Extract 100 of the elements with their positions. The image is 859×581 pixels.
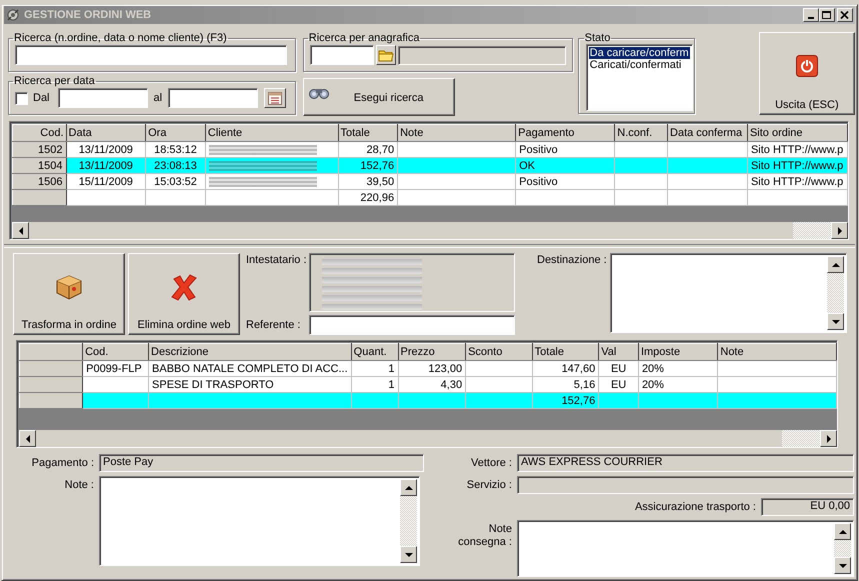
payment-field: Poste Pay [99, 454, 424, 472]
registry-code-field[interactable] [310, 45, 374, 65]
group-label: Ricerca (n.ordine, data o nome cliente) (F3) [13, 32, 228, 44]
table-cell: 15/11/2009 [66, 174, 146, 190]
column-header[interactable]: Data conferma [668, 124, 748, 142]
table-row[interactable]: 152,76 [20, 392, 836, 408]
contact-field[interactable] [309, 315, 515, 335]
column-header[interactable]: Cliente [205, 124, 338, 142]
left-arrow-icon [18, 226, 22, 234]
app-icon [6, 8, 20, 22]
column-header[interactable]: Cod. [12, 124, 66, 142]
table-cell: P0099-FLP [82, 360, 149, 376]
table-row[interactable]: P0099-FLP BABBO NATALE COMPLETO DI ACC... 1 123,00 147,60 EU 20% [20, 360, 836, 376]
table-cell: 152,76 [338, 158, 398, 174]
table-cell: Sito HTTP://www.p [747, 158, 848, 174]
contact-label: Referente : [246, 319, 302, 331]
table-cell: 13/11/2009 [66, 158, 146, 174]
table-cell: 39,50 [338, 174, 398, 190]
to-label: al [152, 92, 164, 104]
close-button[interactable] [837, 8, 853, 22]
column-header[interactable]: Quant. [351, 344, 398, 360]
table-cell: 23:08:13 [146, 158, 206, 174]
table-cell: 15:03:52 [146, 174, 206, 190]
column-header[interactable]: Totale [338, 124, 398, 142]
search-field[interactable] [15, 45, 287, 65]
column-header[interactable]: Sconto [466, 344, 532, 360]
group-label: Ricerca per anagrafica [308, 32, 420, 44]
minimize-icon [808, 17, 814, 19]
column-header[interactable]: N.conf. [614, 124, 668, 142]
column-header[interactable]: Cod. [82, 344, 149, 360]
column-header[interactable]: Pagamento [516, 124, 615, 142]
table-cell: 20% [638, 360, 718, 376]
window-title: GESTIONE ORDINI WEB [24, 9, 152, 21]
exit-button[interactable]: Uscita (ESC) [758, 32, 855, 115]
group-label: Ricerca per data [13, 75, 96, 87]
table-cell: 147,60 [532, 360, 599, 376]
right-arrow-icon [826, 434, 830, 442]
down-arrow-icon [832, 320, 840, 324]
table-cell: 152,76 [532, 392, 599, 408]
folder-button[interactable] [376, 45, 396, 65]
status-option[interactable]: Da caricare/conferm [588, 47, 690, 59]
column-header[interactable]: Val [598, 344, 638, 360]
scroll-thumb[interactable] [793, 222, 831, 239]
table-cell: EU [598, 360, 638, 376]
down-arrow-icon [838, 564, 846, 568]
table-cell: Sito HTTP://www.p [747, 174, 848, 190]
folder-icon [378, 48, 394, 62]
up-arrow-icon [832, 262, 840, 266]
table-row[interactable]: 220,96 [12, 190, 848, 206]
column-header[interactable]: Prezzo [398, 344, 466, 360]
table-cell: 123,00 [398, 360, 466, 376]
carrier-field: AWS EXPRESS COURRIER [517, 454, 854, 472]
column-header[interactable]: Imposte [638, 344, 718, 360]
to-date-field[interactable] [168, 88, 258, 108]
column-header[interactable]: Descrizione [148, 344, 352, 360]
destination-field[interactable] [610, 253, 847, 333]
notes-field[interactable] [99, 476, 420, 566]
left-arrow-icon [26, 434, 30, 442]
status-option[interactable]: Caricati/confermati [588, 59, 690, 71]
table-row[interactable]: 1504 13/11/2009 23:08:13 152,76 OK Sito HTTP://www.p [12, 158, 848, 174]
row-header-cell: 1504 [12, 158, 66, 174]
minimize-button[interactable] [803, 8, 819, 22]
table-cell: OK [516, 158, 615, 174]
column-header[interactable]: Data [66, 124, 146, 142]
from-date-field[interactable] [58, 88, 148, 108]
vertical-scrollbar[interactable] [400, 479, 417, 563]
holder-label: Intestatario : [246, 253, 308, 268]
from-label: Dal [32, 92, 51, 104]
delete-button[interactable]: Elimina ordine web [128, 253, 240, 335]
delivery-notes-field[interactable] [517, 520, 854, 577]
insurance-label: Assicurazione trasporto : [634, 500, 757, 513]
group-label: Stato [584, 32, 612, 44]
vertical-scrollbar[interactable] [827, 256, 844, 330]
maximize-icon [822, 10, 832, 20]
calendar-button[interactable] [264, 88, 286, 108]
right-arrow-icon [838, 226, 842, 234]
calendar-icon [267, 90, 284, 106]
table-cell: Positivo [516, 174, 615, 190]
column-header[interactable]: Totale [532, 344, 599, 360]
table-row[interactable]: 1506 15/11/2009 15:03:52 39,50 Positivo Sito HTTP://www.p [12, 174, 848, 190]
column-header[interactable]: Note [398, 124, 516, 142]
payment-label: Pagamento : [30, 456, 95, 469]
vertical-scrollbar[interactable] [834, 523, 851, 574]
table-cell: 220,96 [338, 190, 398, 206]
date-checkbox[interactable] [15, 92, 28, 104]
maximize-button[interactable] [819, 8, 835, 22]
cross-icon [169, 272, 199, 302]
close-icon [840, 10, 850, 20]
notes-label: Note : [64, 478, 95, 491]
column-header[interactable]: Note [718, 344, 836, 360]
column-header[interactable]: Ora [146, 124, 206, 142]
convert-button[interactable]: Trasforma in ordine [13, 253, 125, 335]
horizontal-scrollbar[interactable] [12, 222, 848, 239]
table-cell: 1 [351, 360, 398, 376]
scroll-thumb[interactable] [782, 430, 820, 447]
horizontal-scrollbar[interactable] [19, 430, 837, 447]
row-header-cell: 1502 [12, 142, 66, 158]
search-button[interactable]: Esegui ricerca [302, 78, 455, 116]
table-cell: BABBO NATALE COMPLETO DI ACC... [148, 360, 352, 376]
column-header[interactable]: Sito ordine [747, 124, 848, 142]
